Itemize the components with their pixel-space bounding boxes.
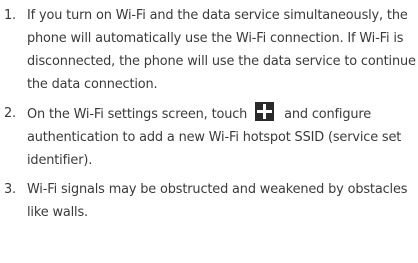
- item-text: If you turn on Wi-Fi and the data servic…: [27, 8, 416, 92]
- list-item: 2. On the Wi-Fi settings screen, touch a…: [4, 102, 418, 172]
- item-text: Wi-Fi signals may be obstructed and weak…: [27, 182, 408, 220]
- plus-icon: [255, 102, 275, 121]
- item-number: 1.: [4, 8, 16, 23]
- list-item: 1. If you turn on Wi-Fi and the data ser…: [4, 4, 418, 96]
- numbered-notes-list: 1. If you turn on Wi-Fi and the data ser…: [4, 4, 418, 224]
- list-item: 3. Wi-Fi signals may be obstructed and w…: [4, 178, 418, 224]
- item-text-before-icon: On the Wi-Fi settings screen, touch: [27, 107, 248, 122]
- item-number: 3.: [4, 182, 16, 197]
- item-number: 2.: [4, 106, 16, 121]
